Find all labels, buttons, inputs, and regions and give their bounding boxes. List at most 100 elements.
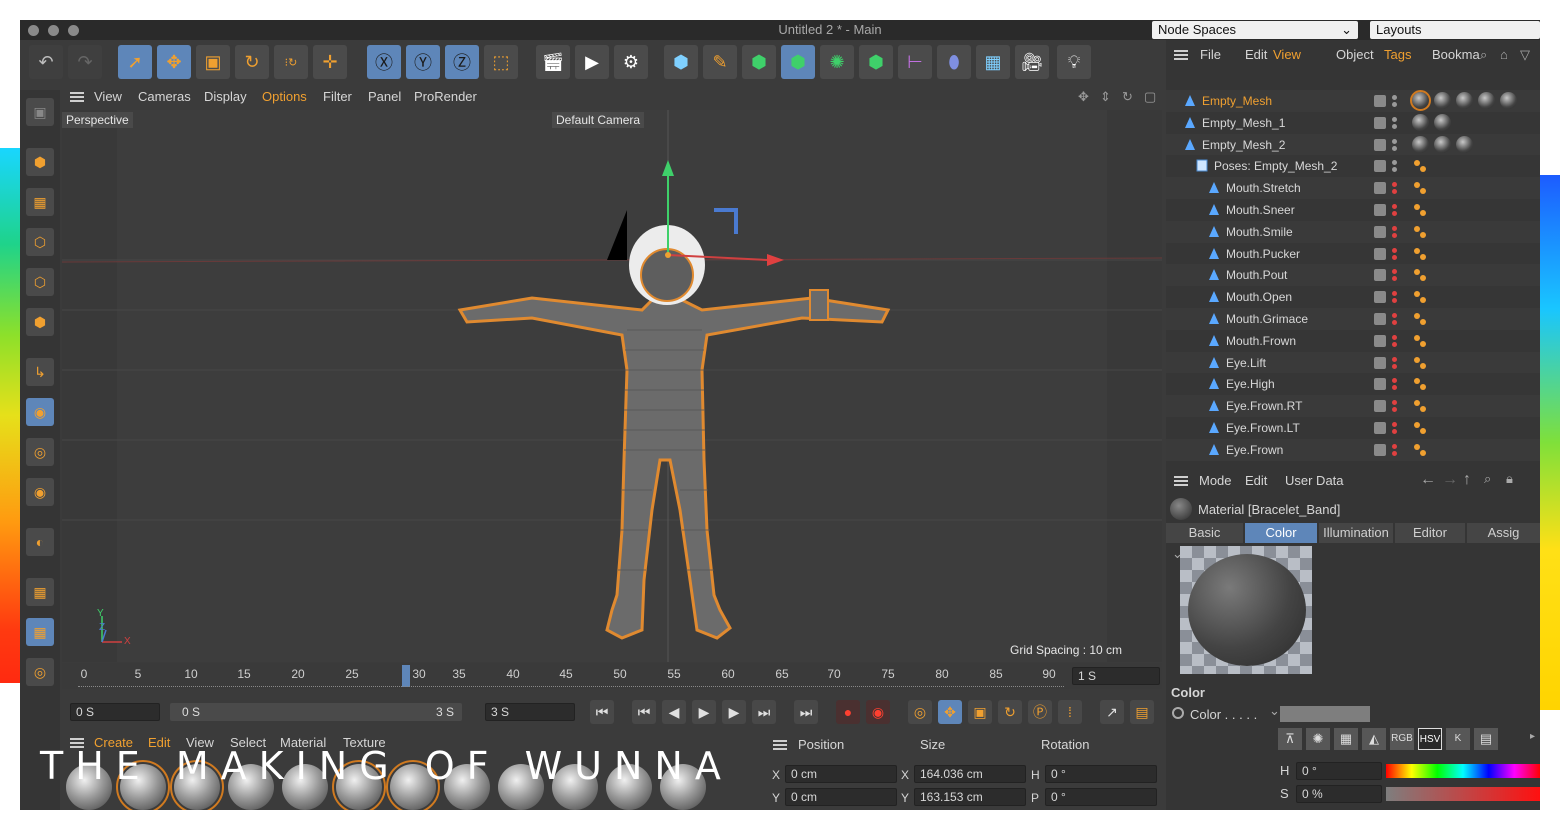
tag-icon[interactable]	[1414, 443, 1420, 450]
viewport-menu-filter[interactable]: Filter	[323, 89, 352, 104]
editor-visibility-dot[interactable]	[1392, 116, 1397, 122]
color-expand-icon[interactable]: ⌄	[1269, 703, 1280, 719]
material-tag-icon[interactable]	[1410, 90, 1431, 111]
size-x-field[interactable]: 164.036 cm	[914, 765, 1026, 783]
x-axis-lock-icon[interactable]: Ⓧ	[367, 45, 401, 79]
layer-toggle-icon[interactable]	[1374, 138, 1386, 151]
redo-icon[interactable]: ↷	[68, 45, 102, 79]
go-to-start-button[interactable]: ⏮	[590, 700, 614, 724]
object-menu-bookmarks[interactable]: Bookma	[1432, 47, 1480, 62]
tag-icon[interactable]	[1420, 253, 1426, 260]
editor-visibility-dot[interactable]	[1392, 225, 1397, 231]
key-rotation-icon[interactable]: ↻	[998, 700, 1022, 724]
tag-icon[interactable]	[1414, 225, 1420, 232]
layer-toggle-icon[interactable]	[1374, 160, 1386, 173]
object-row[interactable]: Mouth.Stretch	[1166, 177, 1540, 200]
maximize-view-icon[interactable]: ▢	[1144, 89, 1156, 105]
object-row[interactable]: Eye.Frown.RT	[1166, 395, 1540, 418]
key-parameter-icon[interactable]: Ⓟ	[1028, 700, 1052, 724]
hue-field[interactable]: 0 °	[1296, 762, 1382, 780]
rotate-view-icon[interactable]: ↻	[1122, 89, 1133, 105]
tag-icon[interactable]	[1414, 378, 1420, 385]
key-position-icon[interactable]: ✥	[938, 700, 962, 724]
tag-icon[interactable]	[1414, 313, 1420, 319]
tag-icon[interactable]	[1420, 362, 1426, 369]
object-menu-file[interactable]: File	[1200, 47, 1221, 62]
rot-p-field[interactable]: 0 °	[1045, 788, 1157, 806]
viewport-menu-prorender[interactable]: ProRender	[414, 89, 477, 104]
move-tool-icon[interactable]: ✥	[157, 45, 191, 79]
material-tag-icon[interactable]	[1412, 113, 1429, 131]
hue-slider[interactable]	[1386, 764, 1540, 778]
layer-toggle-icon[interactable]	[1374, 313, 1386, 325]
mograph-icon[interactable]: ⬢	[859, 45, 893, 79]
autokey-button[interactable]: ◉	[866, 700, 890, 724]
object-row[interactable]: Mouth.Pucker	[1166, 242, 1540, 265]
sculpt-tool-icon[interactable]: ◉	[26, 478, 54, 506]
size-y-field[interactable]: 163.153 cm	[914, 788, 1026, 806]
object-row[interactable]: Mouth.Grimace	[1166, 308, 1540, 330]
home-icon[interactable]: ⌂	[1500, 47, 1508, 62]
object-menu-object[interactable]: Object	[1336, 47, 1374, 62]
object-row[interactable]: Poses: Empty_Mesh_2	[1166, 155, 1540, 178]
spectrum-icon[interactable]: ✺	[1306, 728, 1330, 750]
node-spaces-select[interactable]: Node Spaces ⌄	[1152, 21, 1358, 39]
tag-icon[interactable]	[1420, 340, 1426, 347]
object-row[interactable]: Mouth.Sneer	[1166, 199, 1540, 221]
editor-visibility-dot[interactable]	[1392, 313, 1397, 318]
close-window-button[interactable]	[28, 25, 39, 36]
color-wheel-icon[interactable]: ⊼	[1278, 728, 1302, 750]
kelvin-mode-button[interactable]: K	[1446, 728, 1470, 750]
object-row[interactable]: Eye.Frown.LT	[1166, 417, 1540, 439]
editor-visibility-dot[interactable]	[1392, 269, 1397, 275]
minimize-window-button[interactable]	[48, 25, 59, 36]
viewport-menu-cameras[interactable]: Cameras	[138, 89, 191, 104]
texture-mode-icon[interactable]: ▦	[26, 188, 54, 216]
render-visibility-dot[interactable]	[1392, 211, 1397, 216]
tag-icon[interactable]	[1420, 210, 1426, 216]
camera-icon[interactable]: 🎥︎	[1015, 45, 1049, 79]
render-visibility-dot[interactable]	[1392, 145, 1397, 151]
material-tag-icon[interactable]	[1434, 113, 1451, 131]
editor-visibility-dot[interactable]	[1392, 400, 1397, 406]
viewport-menu-panel[interactable]: Panel	[368, 89, 401, 104]
editor-visibility-dot[interactable]	[1392, 160, 1397, 166]
material-tag-icon[interactable]	[1500, 92, 1517, 109]
tab-editor[interactable]: Editor	[1395, 523, 1465, 543]
tag-icon[interactable]	[1420, 406, 1426, 413]
editor-visibility-dot[interactable]	[1392, 378, 1397, 384]
layer-toggle-icon[interactable]	[1374, 291, 1386, 304]
object-row[interactable]: Mouth.Frown	[1166, 329, 1540, 352]
render-visibility-dot[interactable]	[1392, 407, 1397, 413]
deformer-icon[interactable]: ⊢	[898, 45, 932, 79]
layer-toggle-icon[interactable]	[1374, 378, 1386, 391]
pos-y-field[interactable]: 0 cm	[785, 788, 897, 806]
object-menu-tags[interactable]: Tags	[1384, 47, 1411, 62]
saturation-field[interactable]: 0 %	[1296, 785, 1382, 803]
material-tag-icon[interactable]	[1412, 135, 1429, 153]
tag-icon[interactable]	[1414, 356, 1420, 363]
render-view-icon[interactable]: 🎬︎	[536, 45, 570, 79]
image-picker-icon[interactable]: ▦	[1334, 728, 1358, 750]
object-row[interactable]: Empty_Mesh	[1166, 90, 1540, 112]
tag-icon[interactable]	[1414, 334, 1420, 341]
keyframe-selection-icon[interactable]: ◎	[908, 700, 932, 724]
tag-icon[interactable]	[1420, 449, 1426, 456]
cube-icon[interactable]: ⬢	[664, 45, 698, 79]
cube-tool-icon[interactable]: ▣	[26, 98, 54, 126]
editor-visibility-dot[interactable]	[1392, 291, 1397, 297]
record-button[interactable]: ●	[836, 700, 860, 724]
layer-toggle-icon[interactable]	[1374, 116, 1386, 129]
layer-toggle-icon[interactable]	[1374, 247, 1386, 260]
render-visibility-dot[interactable]	[1392, 167, 1397, 173]
editor-visibility-dot[interactable]	[1392, 138, 1397, 144]
timeline-end-field[interactable]: 1 S	[1072, 667, 1160, 685]
editor-visibility-dot[interactable]	[1392, 182, 1397, 188]
select-tool-icon[interactable]: ➚	[118, 45, 152, 79]
object-row[interactable]: Mouth.Smile	[1166, 220, 1540, 243]
render-visibility-dot[interactable]	[1392, 254, 1397, 260]
previous-frame-button[interactable]: ◀	[662, 700, 686, 724]
layer-toggle-icon[interactable]	[1374, 182, 1386, 195]
axis-tool-icon[interactable]: ↳	[26, 358, 54, 386]
timeline-window-icon[interactable]: ▤	[1130, 700, 1154, 724]
